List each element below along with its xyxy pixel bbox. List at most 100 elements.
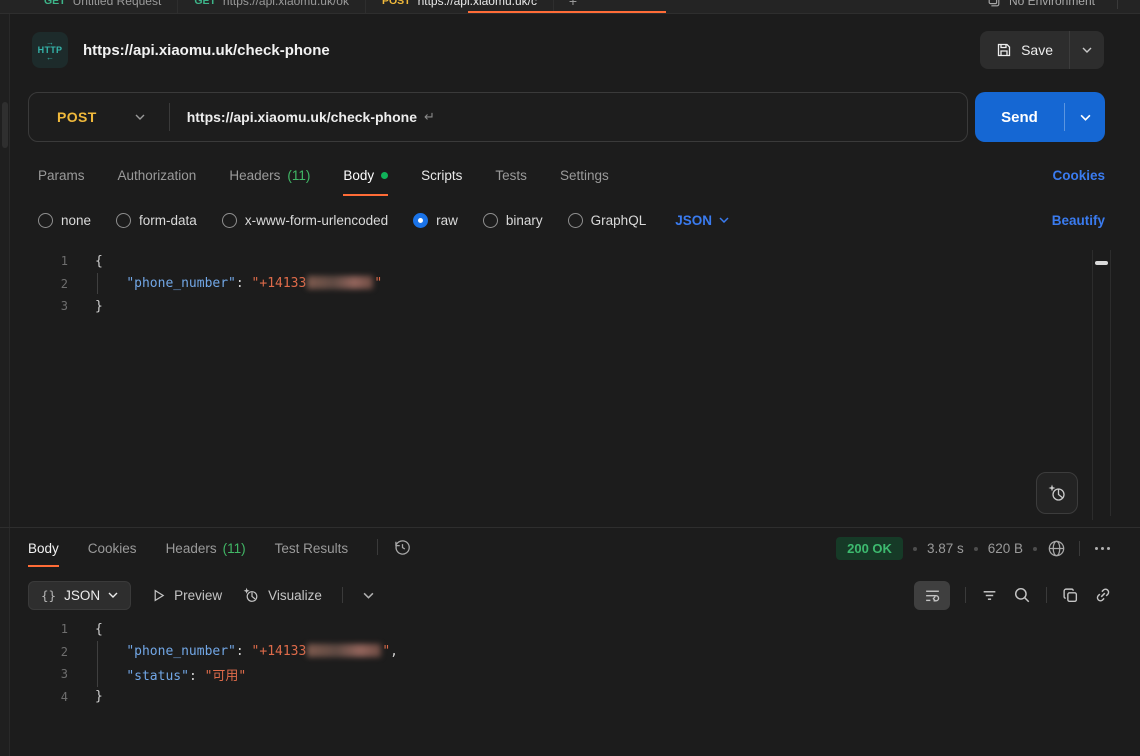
response-history-button[interactable]	[394, 539, 411, 567]
copy-icon	[1062, 587, 1079, 604]
mode-raw[interactable]: raw	[413, 213, 458, 228]
cookies-link[interactable]: Cookies	[1052, 168, 1105, 196]
response-tab-cookies[interactable]: Cookies	[88, 541, 137, 567]
radio-selected-icon	[413, 213, 428, 228]
chevron-down-icon	[1080, 114, 1091, 121]
tab-tests[interactable]: Tests	[495, 168, 527, 196]
beautify-link[interactable]: Beautify	[1052, 213, 1105, 228]
divider	[965, 587, 966, 603]
response-stats: 200 OK 3.87 s 620 B	[836, 537, 1112, 567]
tab-authorization[interactable]: Authorization	[118, 168, 197, 196]
chevron-down-icon	[363, 592, 374, 599]
environment-label: No Environment	[1009, 0, 1095, 8]
visualize-button[interactable]: Visualize	[242, 586, 322, 604]
tab-headers[interactable]: Headers (11)	[229, 168, 310, 196]
http-request-icon: → HTTP ←	[32, 32, 68, 68]
workspace-tab-bar: GET Untitled Request GET https://api.xia…	[0, 0, 1140, 14]
tab-title: https://api.xiaomu.uk/c	[418, 0, 537, 8]
divider	[169, 103, 170, 131]
status-badge[interactable]: 200 OK	[836, 537, 903, 560]
headers-count: (11)	[223, 541, 246, 556]
postbot-button[interactable]	[1036, 472, 1078, 514]
request-tabs: Params Authorization Headers (11) Body S…	[38, 158, 1105, 196]
code-line: 1 {	[0, 618, 1140, 641]
radio-icon	[116, 213, 131, 228]
link-icon	[1094, 586, 1112, 604]
send-split-button: Send	[975, 92, 1105, 142]
filter-button[interactable]	[981, 587, 998, 604]
response-view-options-button[interactable]	[363, 592, 374, 599]
method-label: GET	[194, 0, 216, 7]
url-input[interactable]: https://api.xiaomu.uk/check-phone	[187, 109, 417, 125]
scrollbar-thumb[interactable]	[1095, 261, 1108, 265]
redacted-phone-digits	[307, 276, 373, 289]
editor-border	[1092, 250, 1093, 520]
mode-graphql[interactable]: GraphQL	[568, 213, 647, 228]
indent-guide	[97, 641, 98, 662]
copy-button[interactable]	[1062, 587, 1079, 604]
response-format-dropdown[interactable]: {} JSON	[28, 581, 131, 610]
network-info-button[interactable]	[1047, 539, 1066, 558]
method-selector[interactable]: POST	[57, 109, 97, 125]
divider	[1079, 541, 1080, 556]
save-icon	[996, 42, 1012, 58]
request-body-editor[interactable]: 1 { 2 "phone_number": "+14133" 3 }	[0, 250, 1090, 523]
request-tab-untitled[interactable]: GET Untitled Request	[28, 0, 178, 13]
scrollbar-track	[1110, 250, 1111, 516]
divider	[1117, 0, 1118, 9]
request-header: → HTTP ← https://api.xiaomu.uk/check-pho…	[10, 14, 1140, 86]
code-line: 3 "status": "可用"	[0, 663, 1140, 686]
chevron-down-icon	[1082, 47, 1092, 53]
response-size[interactable]: 620 B	[988, 541, 1023, 556]
code-line: 4 }	[0, 686, 1140, 709]
response-toolbar: {} JSON Preview Visualize	[28, 577, 1112, 613]
response-tab-test-results[interactable]: Test Results	[275, 541, 349, 567]
code-line: 2 "phone_number": "+14133",	[0, 641, 1140, 664]
redacted-phone-digits	[307, 644, 381, 657]
response-time[interactable]: 3.87 s	[927, 541, 964, 556]
indent-guide	[97, 273, 98, 294]
tab-params[interactable]: Params	[38, 168, 85, 196]
environment-selector[interactable]: No Environment	[987, 0, 1140, 9]
filter-icon	[981, 587, 998, 604]
tab-scripts[interactable]: Scripts	[421, 168, 462, 196]
divider	[1046, 587, 1047, 603]
save-button[interactable]: Save	[980, 42, 1069, 58]
active-tab-underline	[468, 11, 666, 13]
method-label: POST	[382, 0, 411, 7]
send-options-button[interactable]	[1065, 92, 1105, 142]
search-icon	[1013, 586, 1031, 604]
response-more-options-button[interactable]	[1093, 543, 1112, 554]
tab-body[interactable]: Body	[343, 168, 388, 196]
pane-divider[interactable]	[0, 527, 1140, 528]
save-options-button[interactable]	[1070, 31, 1104, 69]
send-button[interactable]: Send	[975, 92, 1064, 142]
mode-x-www-form-urlencoded[interactable]: x-www-form-urlencoded	[222, 213, 388, 228]
tab-settings[interactable]: Settings	[560, 168, 609, 196]
response-tools	[914, 581, 1112, 610]
word-wrap-button[interactable]	[914, 581, 950, 610]
body-type-selector: none form-data x-www-form-urlencoded raw…	[38, 203, 1105, 237]
link-button[interactable]	[1094, 586, 1112, 604]
response-meta-bar: Body Cookies Headers (11) Test Results 2…	[28, 531, 1112, 567]
radio-icon	[483, 213, 498, 228]
request-tab-ok[interactable]: GET https://api.xiaomu.uk/ok	[178, 0, 366, 13]
tab-title: https://api.xiaomu.uk/ok	[223, 0, 349, 8]
language-dropdown[interactable]: JSON	[675, 213, 729, 228]
postman-window: GET Untitled Request GET https://api.xia…	[0, 0, 1140, 756]
mode-form-data[interactable]: form-data	[116, 213, 197, 228]
mode-binary[interactable]: binary	[483, 213, 543, 228]
tab-title: Untitled Request	[73, 0, 162, 8]
response-body-viewer[interactable]: 1 { 2 "phone_number": "+14133", 3 "statu…	[0, 618, 1140, 756]
headers-count: (11)	[287, 168, 310, 183]
sidebar-drag-handle[interactable]	[2, 102, 8, 148]
response-tab-headers[interactable]: Headers (11)	[166, 541, 246, 567]
mode-none[interactable]: none	[38, 213, 91, 228]
radio-icon	[222, 213, 237, 228]
search-button[interactable]	[1013, 586, 1031, 604]
method-dropdown-button[interactable]	[135, 114, 145, 120]
new-tab-button[interactable]: +	[554, 0, 592, 9]
preview-button[interactable]: Preview	[151, 588, 222, 603]
environment-icon	[987, 0, 1001, 8]
response-tab-body[interactable]: Body	[28, 541, 59, 567]
